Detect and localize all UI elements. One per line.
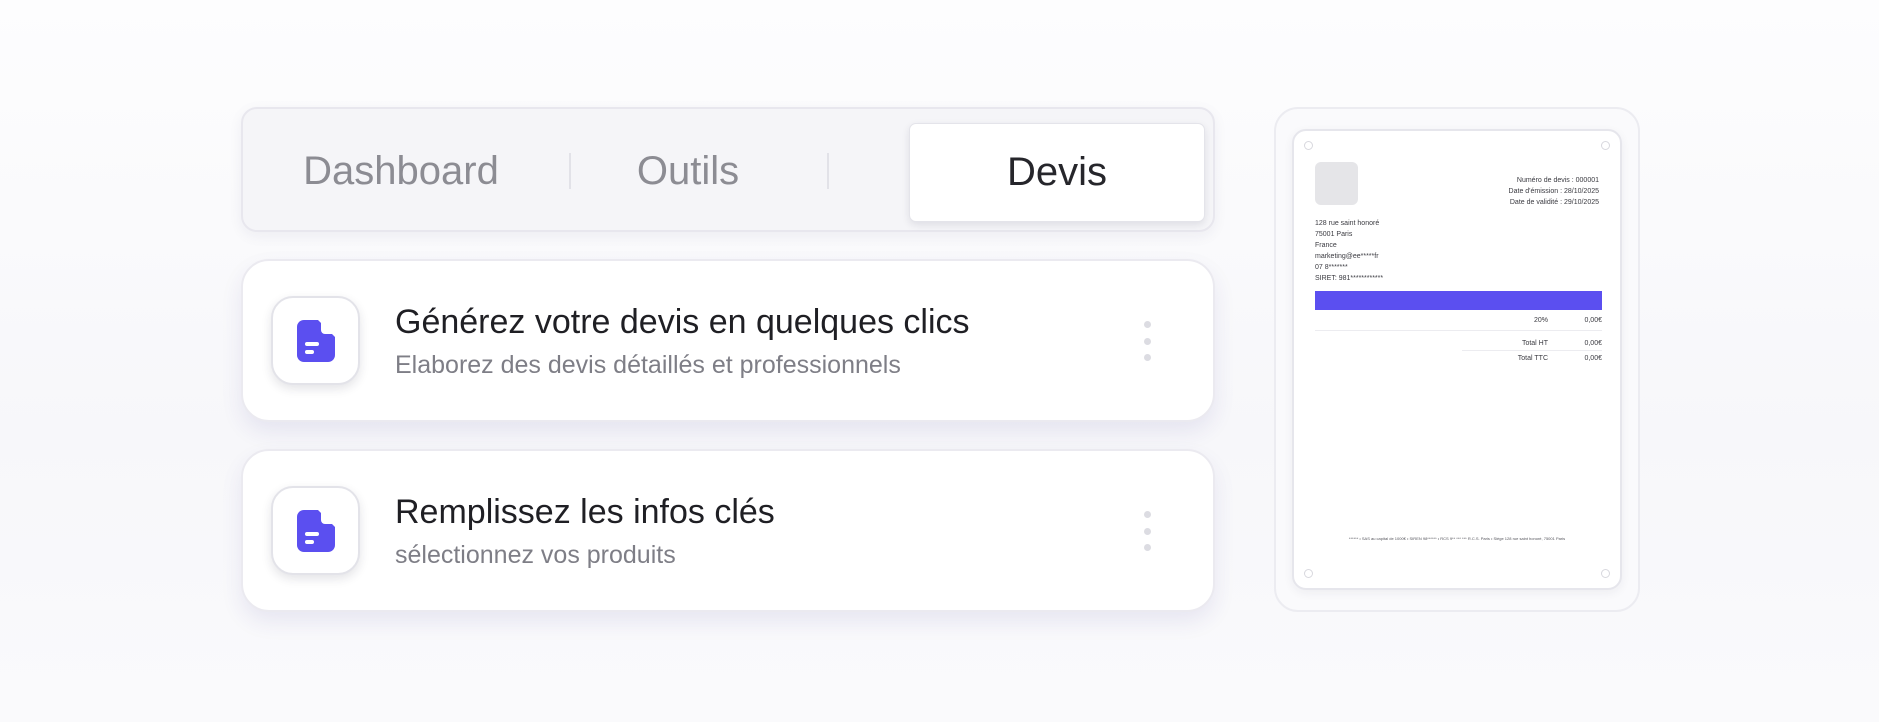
total-ht-label: Total HT [1521, 340, 1548, 347]
total-ttc-row: Total TTC 0,00€ [1315, 355, 1602, 365]
step-icon-box [271, 486, 360, 575]
step-card[interactable]: Générez votre devis en quelques clics El… [241, 259, 1215, 422]
total-ht-row: Total HT 0,00€ [1315, 340, 1602, 350]
step-subtitle: sélectionnez vos produits [395, 541, 676, 569]
step-subtitle: Elaborez des devis détaillés et professi… [395, 351, 901, 379]
tab-devis[interactable]: Devis [909, 123, 1205, 222]
issuer-siret: SIRET: 981************ [1315, 275, 1384, 282]
company-logo-placeholder [1315, 162, 1358, 205]
more-options-icon[interactable] [1135, 321, 1159, 361]
corner-screw-icon [1601, 141, 1610, 150]
document-icon [296, 509, 335, 552]
quote-number: Numéro de devis : 000001 [1516, 177, 1599, 184]
items-header-band [1315, 291, 1602, 310]
issuer-country: France [1315, 242, 1337, 249]
vat-row: 20% 0,00€ [1315, 317, 1602, 327]
vat-rate: 20% [1533, 317, 1548, 324]
tab-divider [827, 153, 829, 189]
tab-bar: Dashboard Outils Devis [241, 107, 1215, 232]
step-card[interactable]: Remplissez les infos clés sélectionnez v… [241, 449, 1215, 612]
vat-amount: 0,00€ [1584, 317, 1602, 324]
divider [1315, 330, 1602, 331]
divider [1462, 350, 1602, 351]
quote-document: Numéro de devis : 000001 Date d'émission… [1292, 129, 1622, 590]
corner-screw-icon [1304, 141, 1313, 150]
issuer-city: 75001 Paris [1315, 231, 1353, 238]
quote-issue-date: Date d'émission : 28/10/2025 [1508, 188, 1599, 195]
quote-preview-frame: Numéro de devis : 000001 Date d'émission… [1274, 107, 1640, 612]
tab-dashboard[interactable]: Dashboard [251, 123, 551, 220]
corner-screw-icon [1601, 569, 1610, 578]
issuer-street: 128 rue saint honoré [1315, 220, 1380, 227]
step-icon-box [271, 296, 360, 385]
legal-footer: ****** • SAS au capital de 1000€ • SIREN… [1348, 536, 1566, 541]
tab-outils[interactable]: Outils [563, 123, 813, 220]
quote-validity-date: Date de validité : 29/10/2025 [1509, 199, 1599, 206]
more-options-icon[interactable] [1135, 511, 1159, 551]
document-icon [296, 319, 335, 362]
corner-screw-icon [1304, 569, 1313, 578]
issuer-email: marketing@ee*****fr [1315, 253, 1379, 260]
total-ttc-label: Total TTC [1517, 355, 1548, 362]
total-ht-value: 0,00€ [1584, 340, 1602, 347]
issuer-phone: 07 8******* [1315, 264, 1348, 271]
step-title: Générez votre devis en quelques clics [395, 303, 970, 341]
quote-meta: Numéro de devis : 000001 Date d'émission… [1509, 175, 1599, 208]
issuer-address: 128 rue saint honoré 75001 Paris France … [1315, 218, 1383, 284]
step-title: Remplissez les infos clés [395, 493, 775, 531]
total-ttc-value: 0,00€ [1584, 355, 1602, 362]
